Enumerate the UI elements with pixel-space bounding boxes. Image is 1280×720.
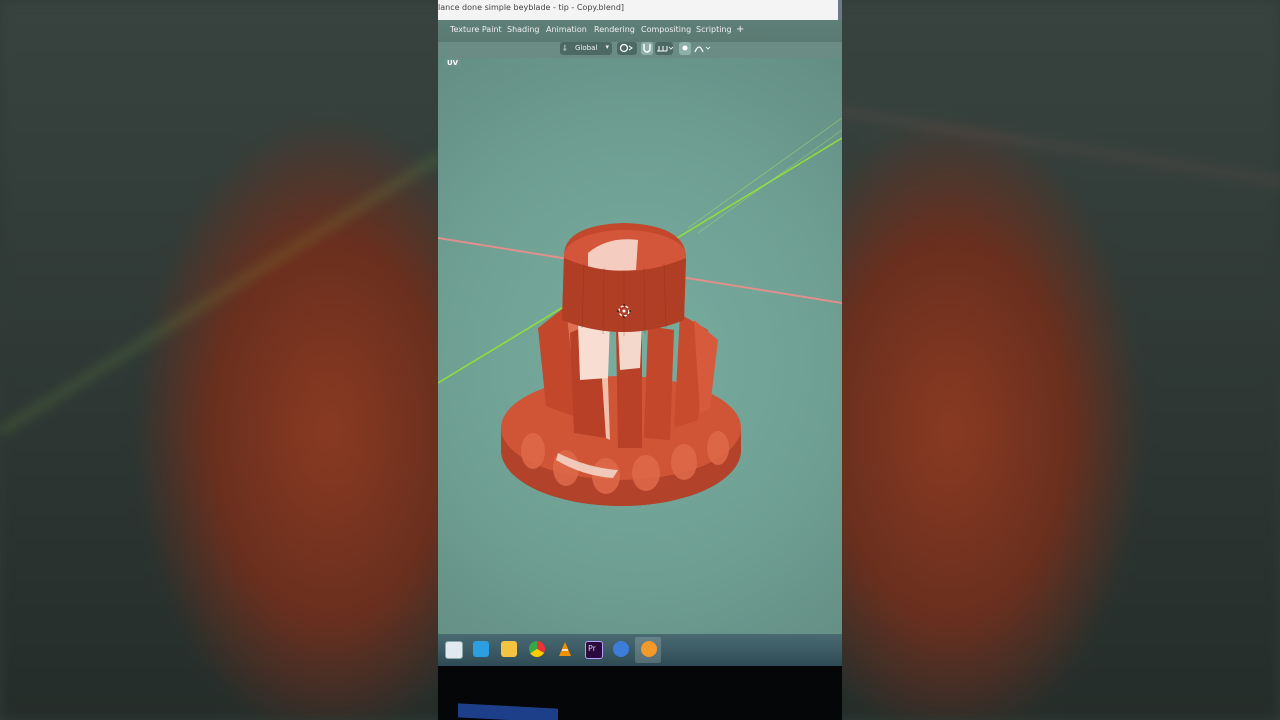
tab-compositing[interactable]: Compositing — [641, 25, 691, 34]
snap-target-dropdown[interactable] — [655, 42, 674, 55]
chrome-icon[interactable] — [529, 641, 545, 657]
link-icon — [619, 43, 633, 53]
file-explorer-icon[interactable] — [501, 641, 517, 657]
transform-orientation-dropdown[interactable]: ⸸ Global ▾ — [560, 42, 612, 55]
workspace-tabs: Texture Paint Shading Animation Renderin… — [438, 20, 842, 42]
app-icon[interactable] — [613, 641, 629, 657]
tab-shading[interactable]: Shading — [507, 25, 540, 34]
tab-texture-paint[interactable]: Texture Paint — [450, 25, 502, 34]
monitor-bezel — [438, 666, 842, 720]
orientation-icon: ⸸ — [563, 44, 567, 53]
proportional-editing-toggle[interactable] — [679, 42, 691, 55]
monitor-screen: lance done simple beyblade - tip - Copy.… — [438, 0, 842, 720]
mail-icon[interactable] — [473, 641, 489, 657]
magnet-icon — [643, 44, 651, 53]
3d-viewport[interactable]: UV — [438, 58, 842, 636]
blender-icon[interactable] — [641, 641, 657, 657]
snap-increment-icon — [657, 46, 674, 52]
scene-render — [438, 117, 842, 506]
premiere-icon[interactable]: Pr — [585, 641, 603, 659]
task-view-icon[interactable] — [445, 641, 463, 659]
snap-toggle[interactable] — [641, 42, 653, 55]
viewport-header: ⸸ Global ▾ — [438, 42, 842, 58]
tab-scripting[interactable]: Scripting — [696, 25, 732, 34]
add-workspace-button[interactable]: + — [736, 24, 744, 35]
window-title: lance done simple beyblade - tip - Copy.… — [438, 3, 625, 12]
tab-animation[interactable]: Animation — [546, 25, 587, 34]
vlc-icon[interactable] — [557, 641, 573, 657]
chevron-down-icon: ▾ — [605, 43, 609, 51]
proportional-icon — [682, 45, 688, 51]
beyblade-tip-model[interactable] — [501, 223, 741, 506]
desk-object — [458, 703, 558, 720]
titlebar-edge — [838, 0, 842, 20]
tab-rendering[interactable]: Rendering — [594, 25, 635, 34]
falloff-dropdown[interactable] — [693, 42, 713, 55]
pivot-point-button[interactable] — [617, 42, 637, 55]
windows-taskbar: Pr — [438, 634, 842, 666]
window-titlebar: lance done simple beyblade - tip - Copy.… — [438, 0, 842, 22]
orientation-label: Global — [575, 44, 598, 52]
falloff-curve-icon — [694, 46, 711, 53]
